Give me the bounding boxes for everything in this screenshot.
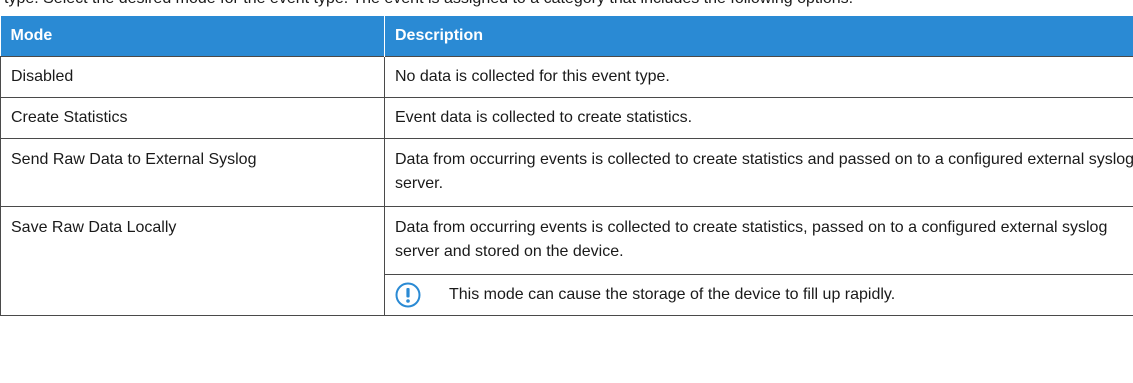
- document-page: type. Select the desired mode for the ev…: [0, 0, 1133, 383]
- description-cell: Data from occurring events is collected …: [384, 138, 1133, 207]
- warning-exclamation-icon: [395, 282, 421, 308]
- header-description: Description: [384, 16, 1133, 57]
- note-box: This mode can cause the storage of the d…: [385, 274, 1133, 315]
- table-header-row: Mode Description: [0, 16, 1133, 57]
- table-row: Save Raw Data Locally Data from occurrin…: [0, 206, 1133, 316]
- mode-table: Mode Description Disabled No data is col…: [0, 16, 1133, 316]
- description-cell: Data from occurring events is collected …: [384, 206, 1133, 316]
- mode-cell: Send Raw Data to External Syslog: [0, 138, 385, 207]
- header-mode: Mode: [0, 16, 385, 57]
- table-row: Disabled No data is collected for this e…: [0, 56, 1133, 98]
- preceding-text: type. Select the desired mode for the ev…: [4, 0, 853, 8]
- description-cell: Event data is collected to create statis…: [384, 97, 1133, 139]
- description-cell: No data is collected for this event type…: [384, 56, 1133, 98]
- note-text: This mode can cause the storage of the d…: [449, 286, 896, 303]
- mode-cell: Disabled: [0, 56, 385, 98]
- table-row: Create Statistics Event data is collecte…: [0, 97, 1133, 139]
- mode-cell: Save Raw Data Locally: [0, 206, 385, 316]
- description-text: Data from occurring events is collected …: [395, 219, 1108, 260]
- mode-cell: Create Statistics: [0, 97, 385, 139]
- table-row: Send Raw Data to External Syslog Data fr…: [0, 138, 1133, 207]
